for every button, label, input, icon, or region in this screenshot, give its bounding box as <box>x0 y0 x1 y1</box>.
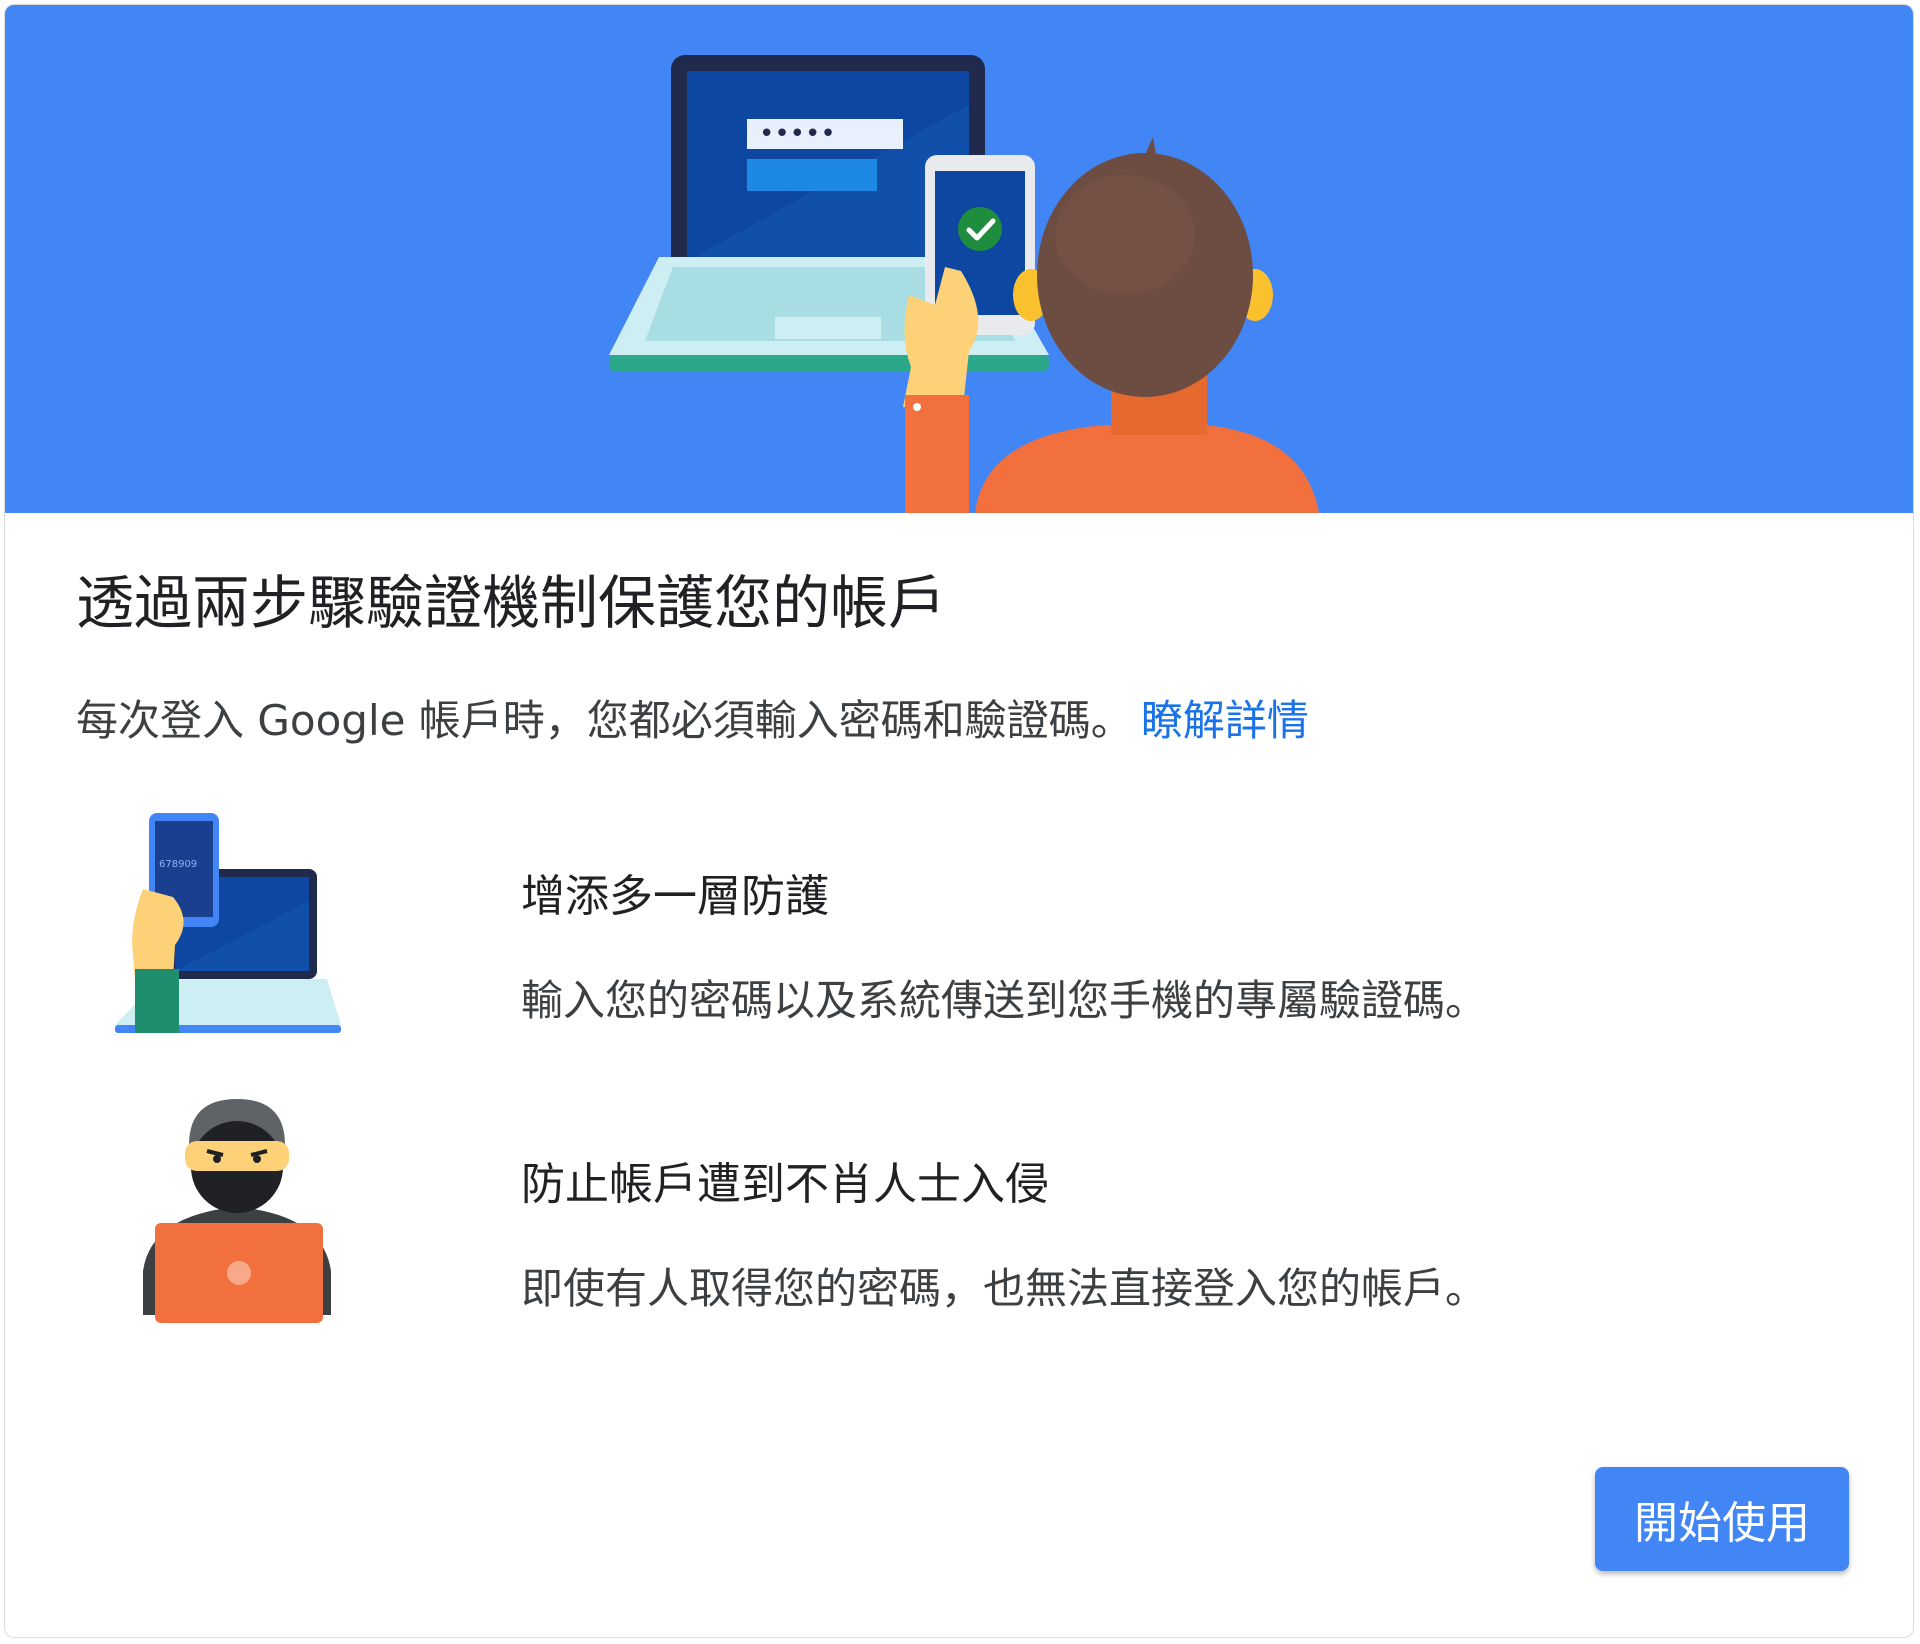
card-title: 透過兩步驟驗證機制保護您的帳戶 <box>76 569 947 637</box>
hero-banner: ••••• <box>5 5 1913 513</box>
subtitle-text: 每次登入 Google 帳戶時，您都必須輸入密碼和驗證碼。 <box>76 696 1133 745</box>
get-started-button[interactable]: 開始使用 <box>1595 1467 1849 1571</box>
password-mask: ••••• <box>759 119 836 149</box>
two-step-verification-card: ••••• 透過兩步驟驗證機制保護您的帳戶 每次登入 Google 帳戶時，您都… <box>4 4 1914 1638</box>
feature-heading-extra-protection: 增添多一層防護 <box>521 871 829 922</box>
card-subtitle: 每次登入 Google 帳戶時，您都必須輸入密碼和驗證碼。 瞭解詳情 <box>76 691 1309 751</box>
phone-laptop-icon: 678909 <box>115 813 341 1033</box>
hacker-icon <box>143 1099 331 1323</box>
feature-desc-prevent-intrusion: 即使有人取得您的密碼，也無法直接登入您的帳戶。 <box>521 1264 1488 1313</box>
feature-desc-extra-protection: 輸入您的密碼以及系統傳送到您手機的專屬驗證碼。 <box>521 976 1488 1025</box>
hero-illustration: ••••• <box>609 55 1319 513</box>
learn-more-link[interactable]: 瞭解詳情 <box>1141 696 1309 745</box>
feature-heading-prevent-intrusion: 防止帳戶遭到不肖人士入侵 <box>521 1159 1049 1210</box>
phone-code: 678909 <box>159 859 197 870</box>
